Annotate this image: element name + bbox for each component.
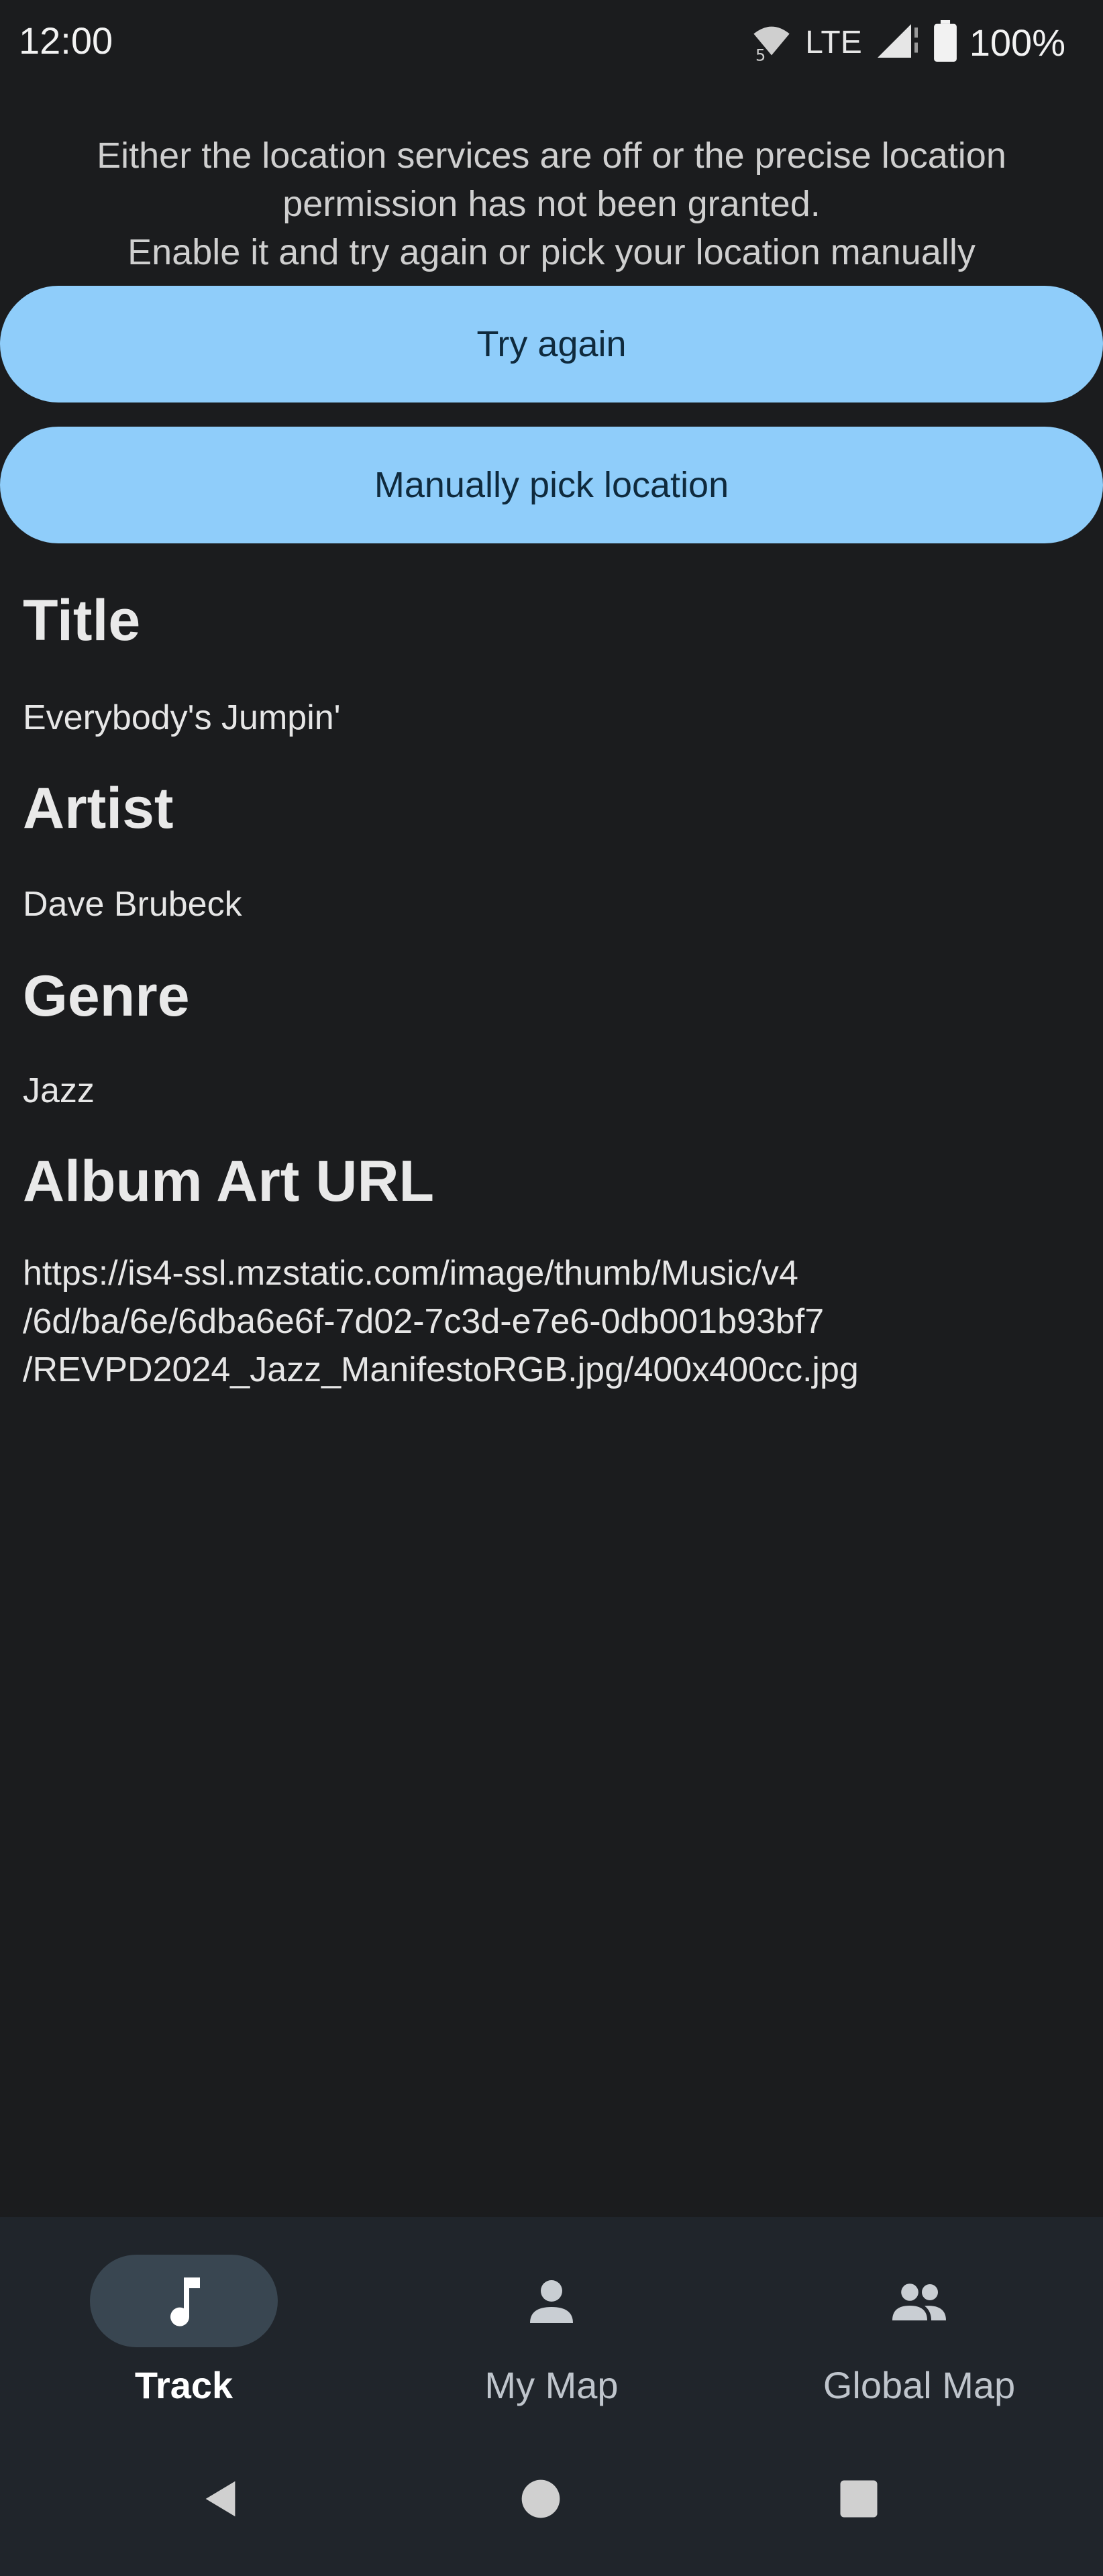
status-bar: 12:00 5 LTE 100% — [0, 0, 1103, 87]
network-type: LTE — [805, 24, 862, 60]
genre-value: Jazz — [23, 1071, 95, 1110]
artist-heading: Artist — [23, 776, 174, 841]
app-screen: 12:00 5 LTE 100% Either the location ser… — [0, 0, 1103, 2576]
url-line: /REVPD2024_Jazz_ManifestoRGB.jpg/400x400… — [23, 1350, 859, 1389]
album-art-url-heading: Album Art URL — [23, 1149, 435, 1214]
url-line: /6d/ba/6e/6dba6e6f-7d02-7c3d-e7e6-0db001… — [23, 1302, 825, 1341]
music-note-icon — [152, 2269, 216, 2334]
status-time: 12:00 — [19, 19, 113, 62]
battery-icon — [933, 19, 957, 65]
nav-item-track[interactable]: Track — [0, 2217, 368, 2438]
status-indicators: 5 LTE 100% — [750, 19, 1065, 66]
message-line: Enable it and try again or pick your loc… — [127, 232, 976, 272]
album-art-url-value: https://is4-ssl.mzstatic.com/image/thumb… — [23, 1249, 1069, 1394]
home-icon[interactable] — [501, 2459, 581, 2539]
artist-value: Dave Brubeck — [23, 885, 242, 924]
wifi-icon: 5 — [750, 19, 793, 66]
nav-label-track: Track — [134, 2364, 233, 2406]
svg-text:5: 5 — [755, 46, 766, 62]
location-permission-message: Either the location services are off or … — [27, 131, 1076, 276]
try-again-button[interactable]: Try again — [0, 286, 1103, 402]
system-navigation-bar — [0, 2438, 1103, 2576]
recents-icon[interactable] — [819, 2459, 899, 2539]
bottom-navigation: Track My Map Global Map — [0, 2217, 1103, 2438]
nav-item-global-map[interactable]: Global Map — [735, 2217, 1103, 2438]
person-icon — [519, 2269, 584, 2334]
title-heading: Title — [23, 588, 141, 653]
people-icon — [887, 2269, 951, 2334]
manually-pick-location-button[interactable]: Manually pick location — [0, 427, 1103, 543]
nav-label-my-map: My Map — [484, 2364, 619, 2406]
signal-icon — [874, 21, 921, 64]
url-line: https://is4-ssl.mzstatic.com/image/thumb… — [23, 1254, 798, 1293]
title-value: Everybody's Jumpin' — [23, 698, 341, 737]
nav-item-my-map[interactable]: My Map — [368, 2217, 735, 2438]
message-line: Either the location services are off or … — [97, 136, 1006, 176]
battery-percentage: 100% — [969, 21, 1065, 64]
back-icon[interactable] — [181, 2459, 262, 2539]
nav-label-global-map: Global Map — [823, 2364, 1016, 2406]
genre-heading: Genre — [23, 964, 190, 1028]
message-line: permission has not been granted. — [282, 184, 821, 224]
